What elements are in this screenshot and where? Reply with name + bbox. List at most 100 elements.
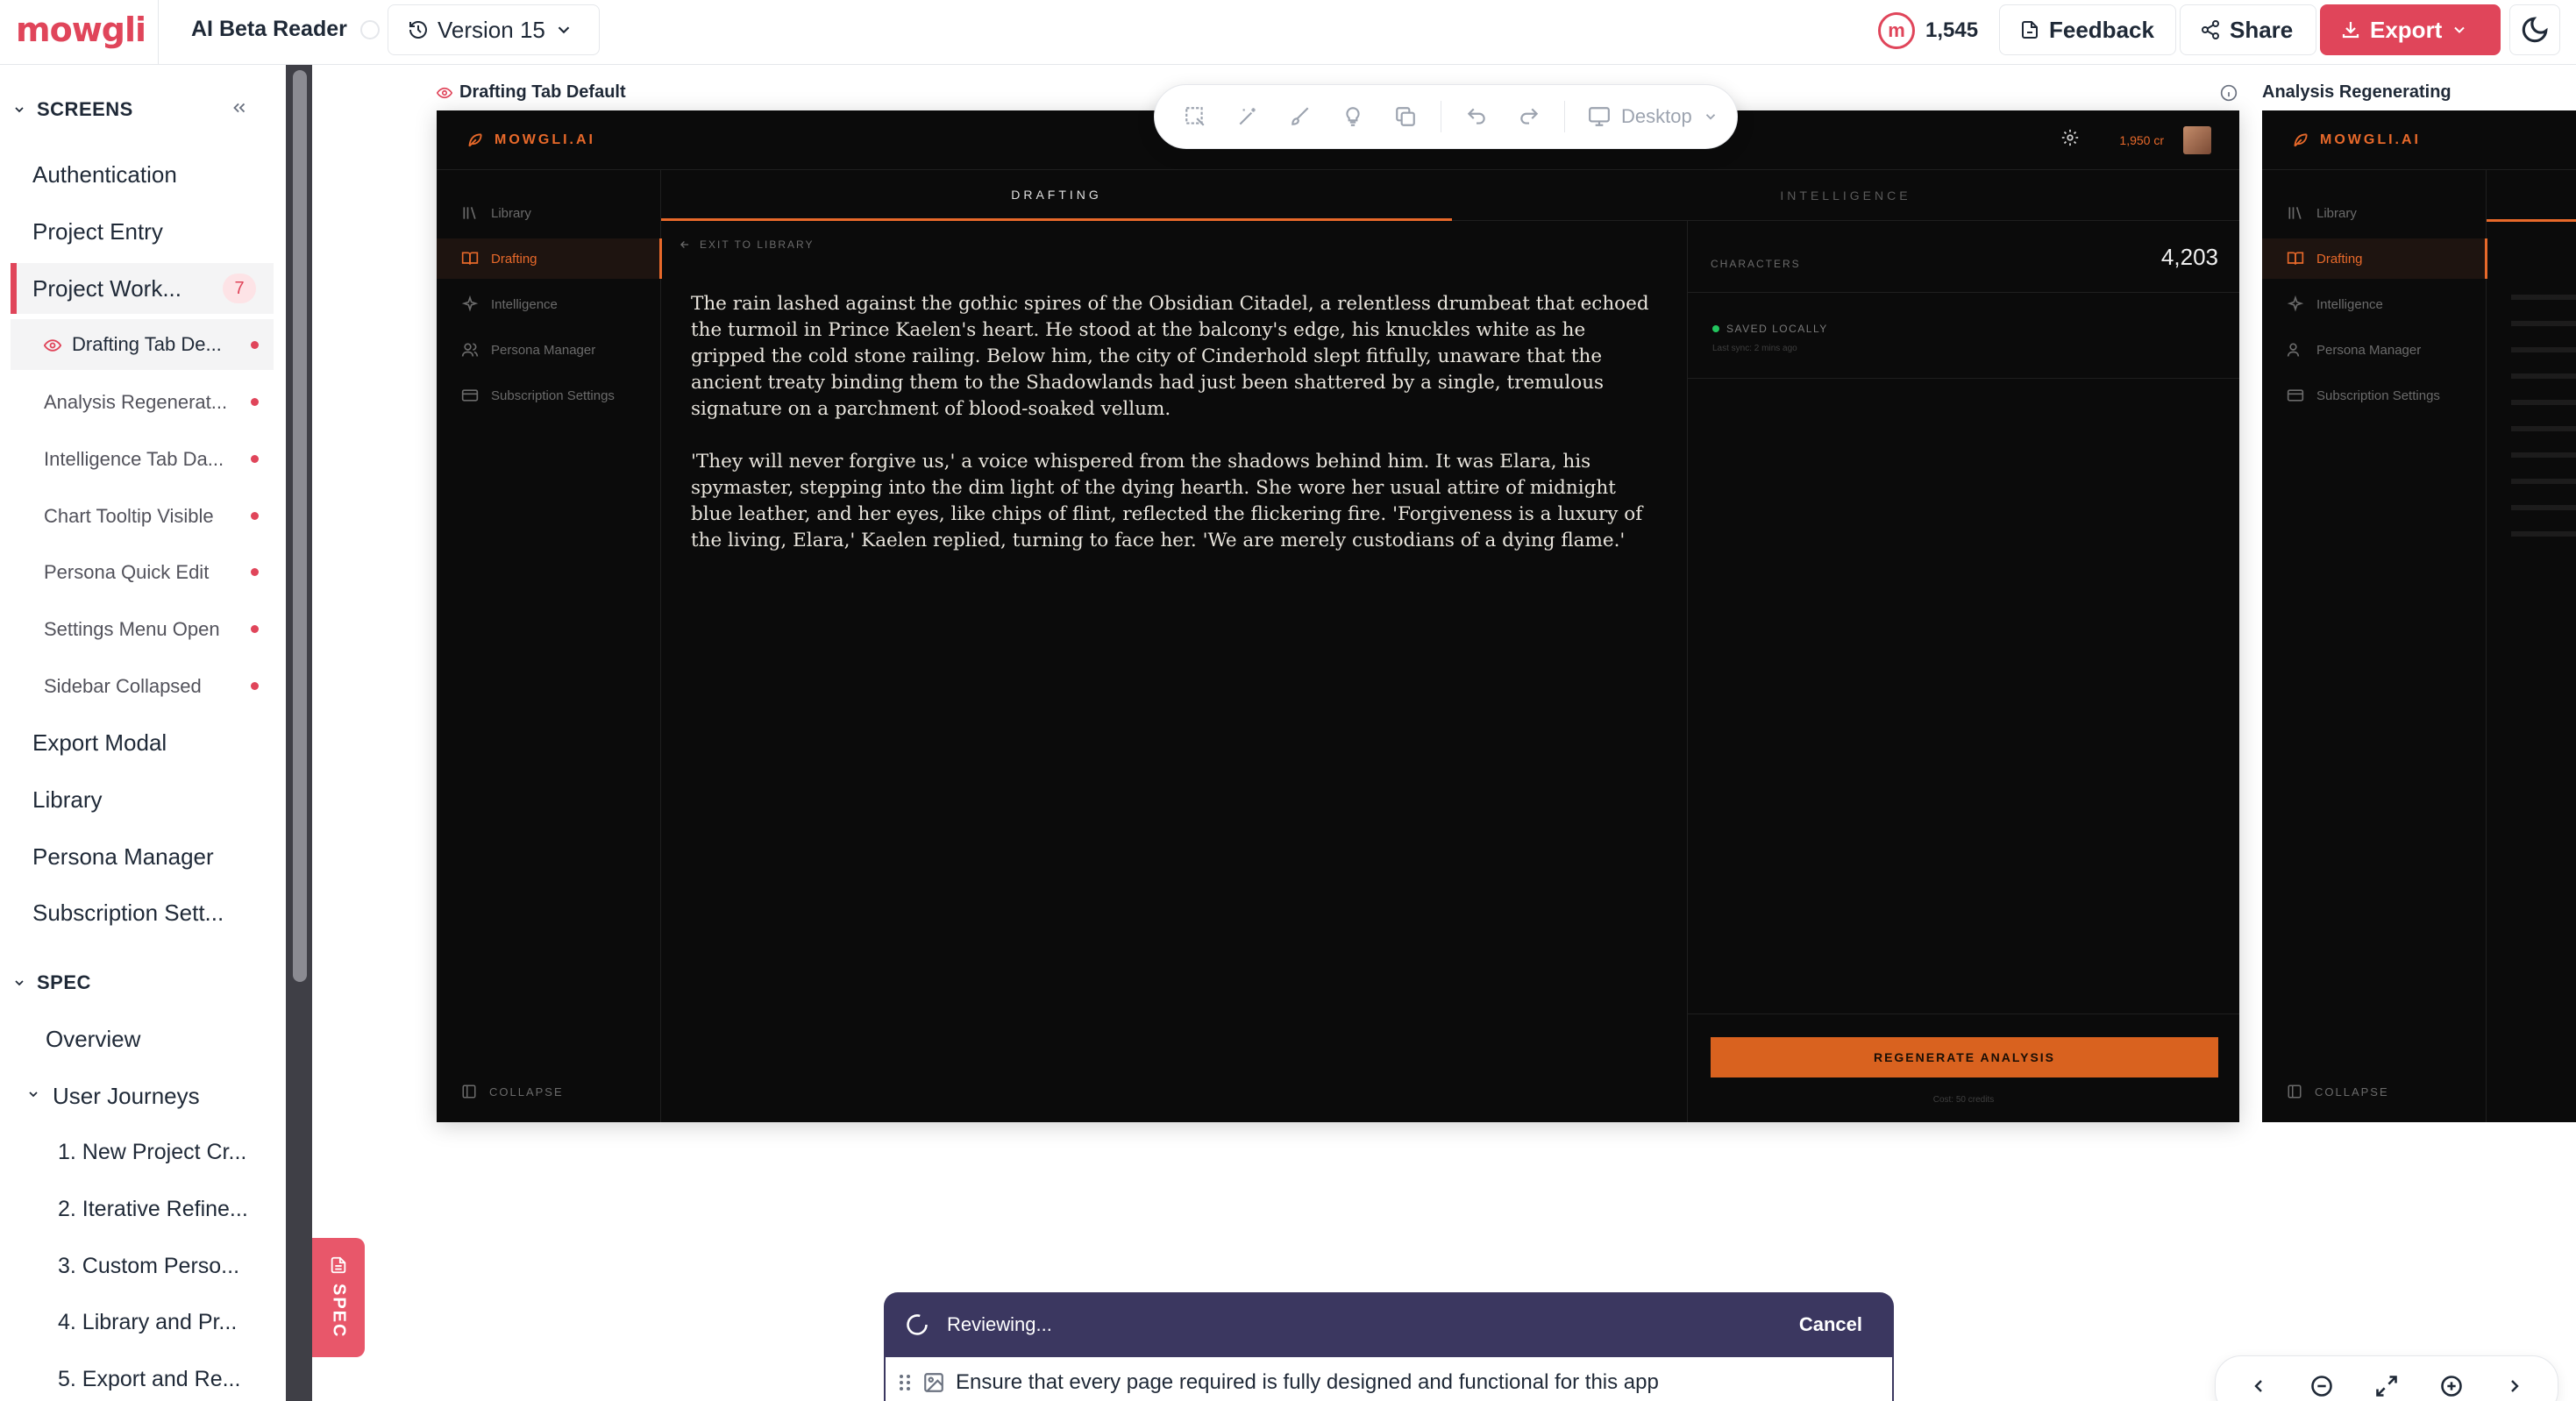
sidebar-subitem-chart-tooltip[interactable]: Chart Tooltip Visible (44, 505, 214, 528)
sidebar-item-overview[interactable]: Overview (46, 1026, 140, 1053)
sidebar-subitem-drafting-tab[interactable]: Drafting Tab De... (72, 333, 222, 356)
exit-to-library-link[interactable]: EXIT TO LIBRARY (679, 238, 815, 251)
sidebar-item-journey-4[interactable]: 4. Library and Pr... (58, 1310, 237, 1335)
sidebar-item-journey-3[interactable]: 3. Custom Perso... (58, 1254, 239, 1279)
prompt-input[interactable]: Ensure that every page required is fully… (884, 1357, 1894, 1401)
sidebar-subitem-analysis-regenerating[interactable]: Analysis Regenerat... (44, 391, 227, 414)
sidebar-subitem-sidebar-collapsed[interactable]: Sidebar Collapsed (44, 675, 202, 698)
users-icon (2287, 341, 2304, 359)
exit-label: EXIT TO LIBRARY (700, 238, 815, 251)
sidebar-item-library[interactable]: Library (32, 786, 102, 814)
sidebar-item-project-entry[interactable]: Project Entry (32, 218, 163, 245)
chevron-down-icon (26, 1087, 40, 1101)
sidebar-subitem-intelligence-tab[interactable]: Intelligence Tab Da... (44, 448, 224, 471)
zoom-out-icon[interactable] (2309, 1374, 2334, 1398)
device-select[interactable]: Desktop (1588, 105, 1719, 128)
mockup-nav-drafting[interactable]: Drafting (2262, 238, 2487, 279)
draft-paragraph[interactable]: The rain lashed against the gothic spire… (691, 291, 1655, 423)
undo-icon[interactable] (1459, 99, 1494, 134)
version-dropdown[interactable]: Version 15 (388, 4, 600, 55)
mockup-nav-library[interactable]: Library (2262, 193, 2487, 233)
unread-dot (251, 568, 259, 576)
mockup-sidebar: Library Drafting Intelligence Persona Ma… (2262, 170, 2487, 1122)
loading-spinner-icon (905, 1312, 929, 1337)
collapse-label: COLLAPSE (2315, 1085, 2389, 1099)
spec-section-header[interactable]: SPEC (12, 971, 91, 994)
chevron-left-icon[interactable] (2248, 1376, 2269, 1397)
fit-screen-icon[interactable] (2374, 1374, 2399, 1398)
mockup-nav-subscription[interactable]: Subscription Settings (437, 375, 661, 416)
save-status-row: SAVED LOCALLY Last sync: 2 mins ago (1688, 293, 2239, 379)
feedback-button[interactable]: Feedback (1999, 4, 2176, 55)
credits-badge: m (1878, 12, 1915, 49)
sidebar-item-journey-5[interactable]: 5. Export and Re... (58, 1367, 240, 1392)
theme-toggle-button[interactable] (2509, 4, 2560, 55)
draft-editor[interactable]: EXIT TO LIBRARY The rain lashed against … (661, 221, 1687, 1122)
collapse-sidebar-button[interactable] (230, 98, 249, 117)
info-icon[interactable] (2220, 84, 2238, 102)
sidebar-subitem-settings-menu[interactable]: Settings Menu Open (44, 618, 220, 641)
document-icon (329, 1255, 348, 1275)
redo-icon[interactable] (1512, 99, 1547, 134)
sidebar-item-user-journeys[interactable]: User Journeys (53, 1083, 200, 1110)
screen-frame-drafting[interactable]: MOWGLI.AI 1,950 cr Library Drafting Inte… (437, 110, 2239, 1122)
prompt-text: Ensure that every page required is fully… (956, 1370, 1659, 1394)
mockup-brand[interactable]: MOWGLI.AI (466, 132, 595, 149)
lightbulb-icon[interactable] (1335, 99, 1370, 134)
sidebar-toggle-icon (461, 1084, 477, 1099)
tab-drafting[interactable]: DRAFTING (661, 170, 1452, 221)
sidebar-item-project-workspace[interactable]: Project Work... (32, 275, 181, 302)
sidebar-scrollbar-thumb[interactable] (293, 70, 307, 982)
frame-label-analysis[interactable]: Analysis Regenerating (2262, 82, 2451, 103)
nav-label: Persona Manager (2316, 342, 2422, 358)
mockup-nav-subscription[interactable]: Subscription Settings (2262, 375, 2487, 416)
mockup-nav-intelligence[interactable]: Intelligence (2262, 284, 2487, 324)
mockup-nav-intelligence[interactable]: Intelligence (437, 284, 661, 324)
image-icon[interactable] (922, 1371, 945, 1394)
export-button[interactable]: Export (2320, 4, 2501, 55)
brush-icon[interactable] (1283, 99, 1318, 134)
mockup-nav-persona-manager[interactable]: Persona Manager (2262, 330, 2487, 370)
regenerate-analysis-button[interactable]: REGENERATE ANALYSIS (1711, 1037, 2218, 1077)
sidebar-item-subscription-settings[interactable]: Subscription Sett... (32, 900, 224, 927)
sidebar-item-journey-1[interactable]: 1. New Project Cr... (58, 1140, 246, 1165)
unread-dot (251, 682, 259, 690)
magic-edit-icon[interactable] (1230, 99, 1265, 134)
eye-icon (437, 85, 452, 101)
share-button[interactable]: Share (2180, 4, 2316, 55)
mowgli-logo[interactable]: mowgli (16, 11, 146, 49)
app-title[interactable]: AI Beta Reader (191, 17, 347, 42)
screen-frame-analysis[interactable]: MOWGLI.AI Library Drafting Intelligence … (2262, 110, 2576, 1122)
cancel-button[interactable]: Cancel (1799, 1313, 1862, 1336)
avatar[interactable] (2183, 126, 2211, 154)
download-icon (2340, 19, 2361, 40)
mockup-brand[interactable]: MOWGLI.AI (2292, 132, 2421, 149)
screens-section-header[interactable]: SCREENS (12, 98, 133, 121)
nav-label: Subscription Settings (2316, 388, 2440, 403)
top-bar: mowgli AI Beta Reader Version 15 m 1,545… (0, 0, 2576, 65)
duplicate-icon[interactable] (1388, 99, 1423, 134)
select-area-icon[interactable] (1178, 99, 1213, 134)
tab-intelligence[interactable]: INTELLIGENCE (1452, 170, 2239, 221)
chevron-right-icon[interactable] (2504, 1376, 2525, 1397)
mockup-nav-library[interactable]: Library (437, 193, 661, 233)
sidebar-subitem-persona-quick-edit[interactable]: Persona Quick Edit (44, 561, 209, 584)
mockup-nav-persona-manager[interactable]: Persona Manager (437, 330, 661, 370)
frame-label-drafting[interactable]: Drafting Tab Default (437, 82, 626, 103)
zoom-in-icon[interactable] (2439, 1374, 2464, 1398)
sidebar-item-authentication[interactable]: Authentication (32, 161, 177, 188)
sidebar-item-export-modal[interactable]: Export Modal (32, 729, 167, 757)
mockup-collapse-button[interactable]: COLLAPSE (2287, 1084, 2389, 1099)
gear-icon[interactable] (2060, 128, 2080, 147)
credits-display[interactable]: m 1,545 (1878, 12, 1978, 49)
sidebar-item-persona-manager[interactable]: Persona Manager (32, 843, 214, 871)
double-chevron-left-icon (230, 98, 249, 117)
share-icon (2200, 19, 2221, 40)
draft-paragraph[interactable]: 'They will never forgive us,' a voice wh… (691, 449, 1655, 554)
chevron-down-icon (1703, 109, 1719, 124)
spec-panel-tab[interactable]: SPEC (312, 1238, 365, 1357)
mockup-collapse-button[interactable]: COLLAPSE (461, 1084, 564, 1099)
drag-handle-icon[interactable] (898, 1373, 912, 1392)
sidebar-item-journey-2[interactable]: 2. Iterative Refine... (58, 1197, 248, 1222)
mockup-nav-drafting[interactable]: Drafting (437, 238, 662, 279)
